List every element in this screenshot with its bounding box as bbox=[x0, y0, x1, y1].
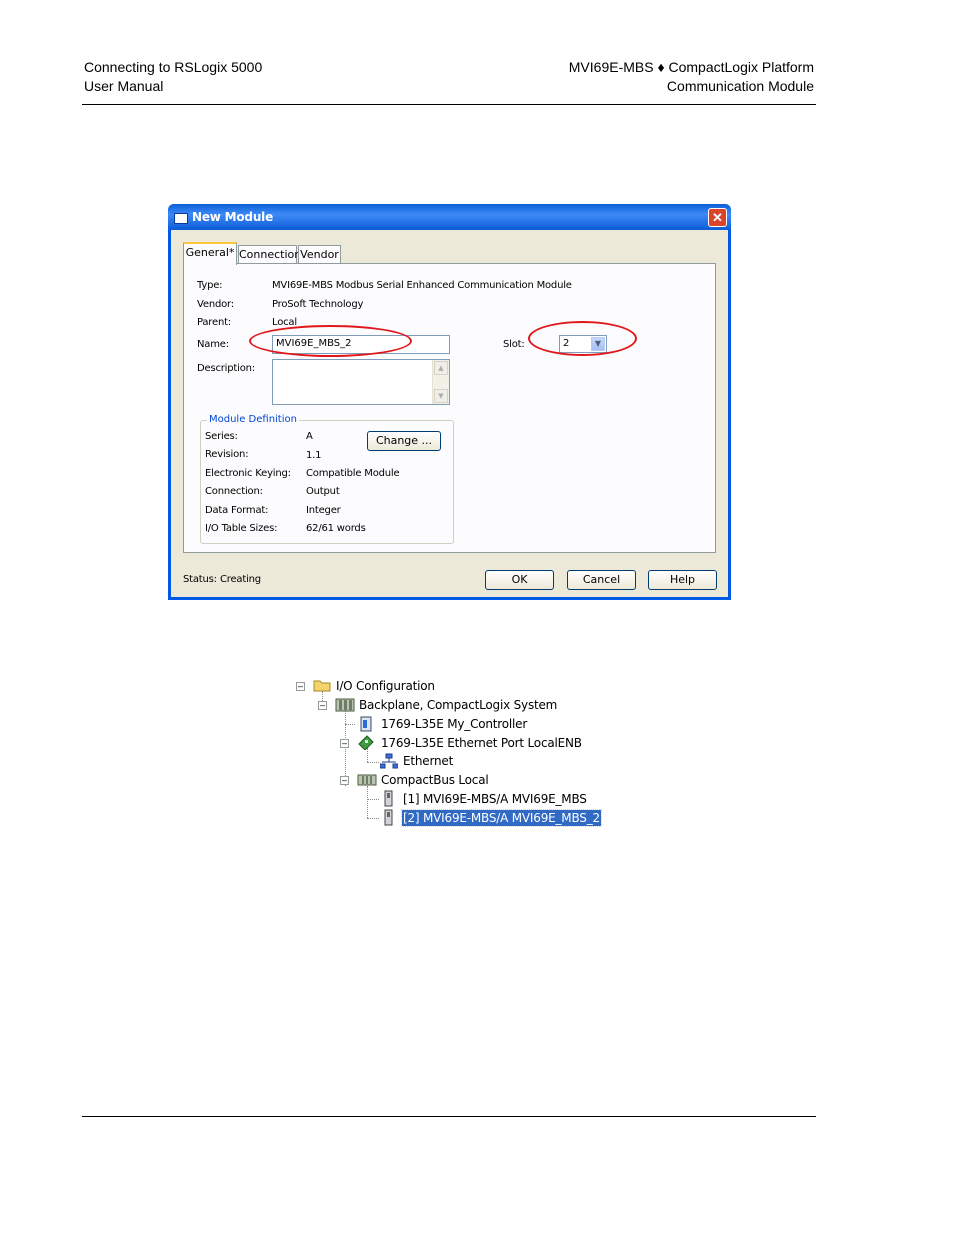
dialog-client-area: General* Connection Vendor Type: MVI69E-… bbox=[171, 230, 728, 597]
window-icon bbox=[174, 213, 188, 224]
revision-value: 1.1 bbox=[306, 450, 322, 461]
vendor-value: ProSoft Technology bbox=[272, 299, 364, 310]
name-label: Name: bbox=[197, 339, 229, 350]
header-doc-type: User Manual bbox=[84, 78, 164, 94]
module-icon bbox=[384, 790, 393, 807]
slot-label: Slot: bbox=[503, 339, 525, 350]
page-header-left: Connecting to RSLogix 5000 User Manual bbox=[84, 58, 262, 96]
io-table-sizes-value: 62/61 words bbox=[306, 523, 366, 534]
status-label: Status: bbox=[183, 574, 217, 585]
folder-icon bbox=[313, 680, 331, 692]
close-button[interactable]: ✕ bbox=[708, 208, 727, 227]
tree-connector bbox=[367, 818, 379, 820]
module-icon bbox=[384, 809, 393, 826]
tab-general[interactable]: General* bbox=[183, 242, 237, 265]
tree-item-module-1[interactable]: [1] MVI69E-MBS/A MVI69E_MBS bbox=[403, 791, 587, 807]
compactbus-icon bbox=[357, 774, 377, 786]
description-textarea[interactable]: ▲ ▼ bbox=[272, 359, 450, 405]
data-format-label: Data Format: bbox=[205, 505, 269, 516]
tree-item-module-2[interactable]: [2] MVI69E-MBS/A MVI69E_MBS_2 bbox=[401, 809, 602, 827]
header-section-title: Connecting to RSLogix 5000 bbox=[84, 59, 263, 75]
dialog-title: New Module bbox=[192, 210, 274, 224]
new-module-dialog: New Module ✕ General* Connection Vendor … bbox=[168, 204, 731, 600]
general-tab-panel: Type: MVI69E-MBS Modbus Serial Enhanced … bbox=[183, 263, 716, 553]
data-format-value: Integer bbox=[306, 505, 341, 516]
change-button[interactable]: Change ... bbox=[367, 431, 441, 451]
name-highlight-oval bbox=[249, 325, 412, 357]
network-icon bbox=[380, 753, 398, 769]
scroll-down-icon[interactable]: ▼ bbox=[434, 389, 448, 403]
collapse-icon[interactable]: – bbox=[340, 739, 349, 748]
page-header-right: MVI69E-MBS ♦ CompactLogix Platform Commu… bbox=[569, 58, 814, 96]
header-product: MVI69E-MBS ♦ CompactLogix Platform bbox=[568, 59, 814, 75]
dialog-titlebar[interactable]: New Module ✕ bbox=[168, 204, 731, 230]
ok-button[interactable]: OK bbox=[485, 570, 554, 590]
controller-icon bbox=[360, 716, 372, 732]
tree-item-backplane[interactable]: Backplane, CompactLogix System bbox=[359, 697, 557, 713]
collapse-icon[interactable]: – bbox=[318, 701, 327, 710]
description-scrollbar[interactable]: ▲ ▼ bbox=[432, 360, 449, 404]
revision-label: Revision: bbox=[205, 449, 249, 460]
connection-value: Output bbox=[306, 486, 340, 497]
series-value: A bbox=[306, 431, 313, 442]
module-definition-title: Module Definition bbox=[207, 414, 299, 425]
series-label: Series: bbox=[205, 431, 238, 442]
header-rule bbox=[82, 104, 816, 105]
chassis-icon bbox=[335, 698, 355, 712]
status-value: Creating bbox=[220, 574, 261, 585]
tree-connector bbox=[367, 786, 369, 818]
cancel-button[interactable]: Cancel bbox=[567, 570, 636, 590]
help-button[interactable]: Help bbox=[648, 570, 717, 590]
vendor-label: Vendor: bbox=[197, 299, 234, 310]
tree-item-ethernet-port[interactable]: 1769-L35E Ethernet Port LocalENB bbox=[381, 735, 582, 751]
type-label: Type: bbox=[197, 280, 223, 291]
footer-rule bbox=[82, 1116, 816, 1117]
module-definition-group: Module Definition Series: A Revision: 1.… bbox=[200, 414, 454, 544]
tree-connector bbox=[367, 762, 379, 764]
electronic-keying-label: Electronic Keying: bbox=[205, 468, 291, 479]
tree-item-compactbus[interactable]: CompactBus Local bbox=[381, 772, 489, 788]
tree-item-controller[interactable]: 1769-L35E My_Controller bbox=[381, 716, 527, 732]
description-label: Description: bbox=[197, 363, 255, 374]
tree-item-ethernet[interactable]: Ethernet bbox=[403, 753, 453, 769]
collapse-icon[interactable]: – bbox=[340, 776, 349, 785]
ethernet-port-icon bbox=[358, 735, 374, 750]
connection-label: Connection: bbox=[205, 486, 263, 497]
electronic-keying-value: Compatible Module bbox=[306, 468, 400, 479]
scroll-up-icon[interactable]: ▲ bbox=[434, 361, 448, 375]
header-product-subtitle: Communication Module bbox=[666, 78, 814, 94]
tree-connector bbox=[367, 748, 369, 762]
tab-vendor[interactable]: Vendor bbox=[298, 245, 341, 264]
tree-item-io-configuration[interactable]: I/O Configuration bbox=[336, 678, 435, 694]
tab-connection[interactable]: Connection bbox=[238, 245, 301, 264]
io-table-sizes-label: I/O Table Sizes: bbox=[205, 523, 278, 534]
tree-connector bbox=[367, 799, 379, 801]
collapse-icon[interactable]: – bbox=[296, 682, 305, 691]
tree-connector bbox=[345, 724, 355, 726]
slot-highlight-oval bbox=[528, 321, 637, 356]
parent-label: Parent: bbox=[197, 317, 231, 328]
type-value: MVI69E-MBS Modbus Serial Enhanced Commun… bbox=[272, 280, 572, 291]
